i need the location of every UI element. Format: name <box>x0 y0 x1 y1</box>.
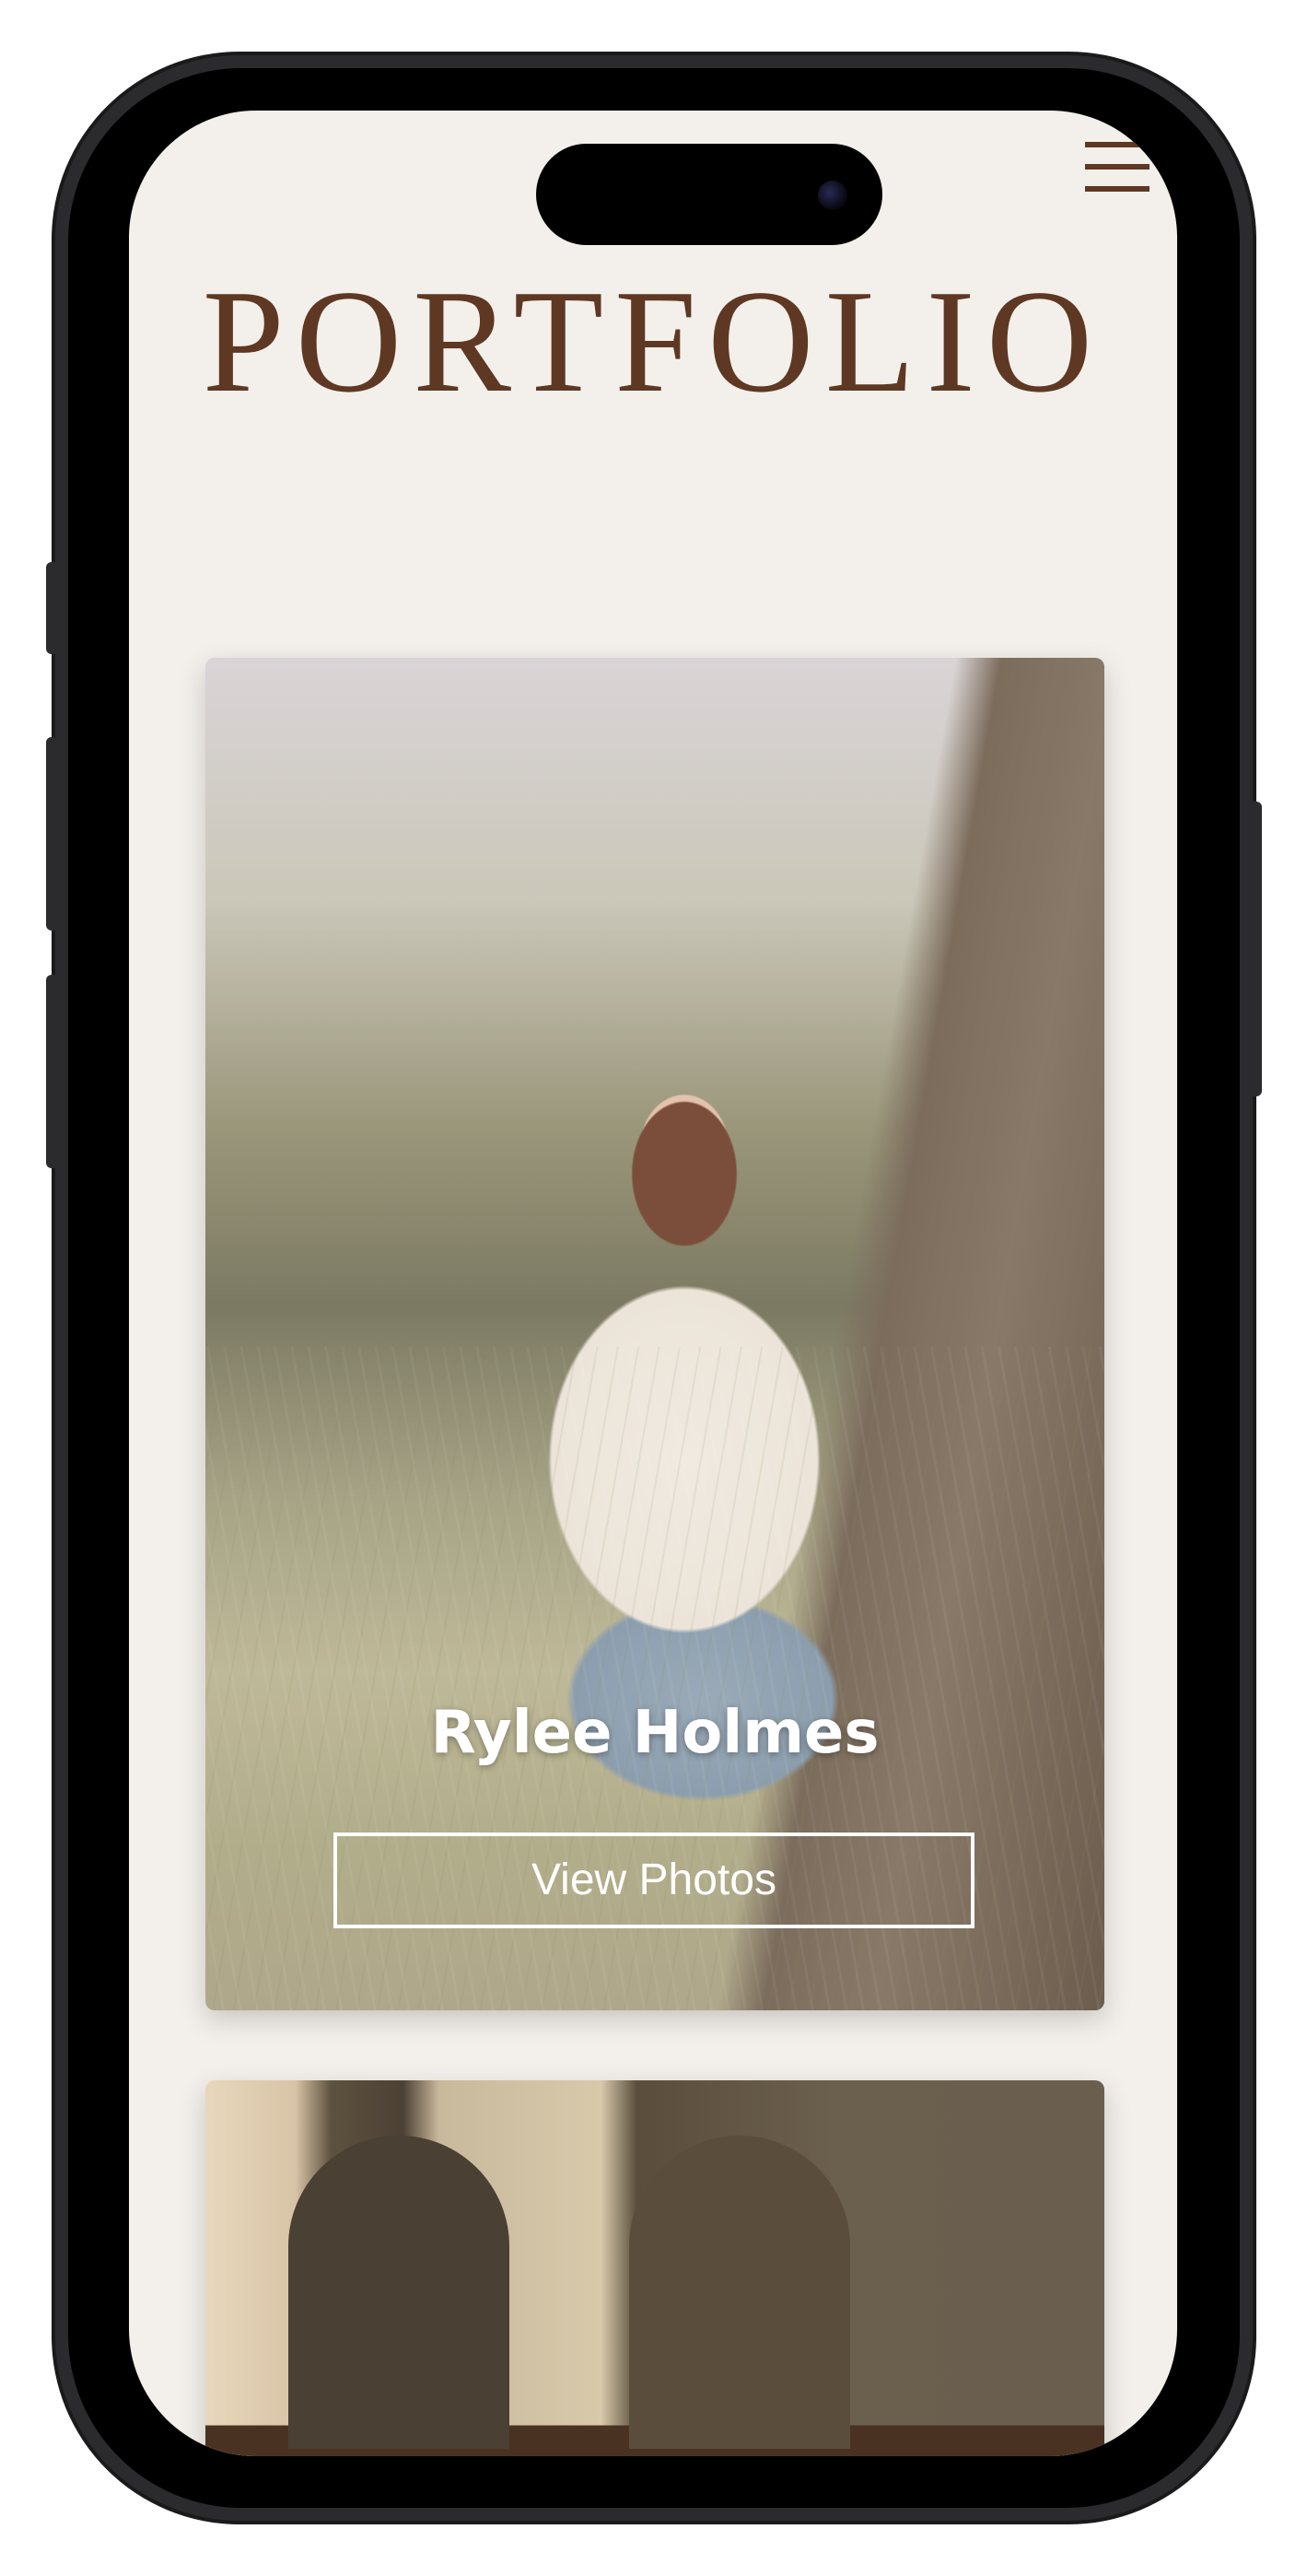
photo-overlay <box>205 658 1104 2010</box>
volume-down-button <box>46 975 59 1168</box>
power-button <box>1249 802 1262 1096</box>
volume-up-button <box>46 737 59 931</box>
view-photos-button[interactable]: View Photos <box>333 1832 974 1928</box>
arch-shape <box>288 2136 509 2449</box>
dynamic-island <box>536 144 882 245</box>
action-button <box>46 562 59 654</box>
page-title: PORTFOLIO <box>202 259 1104 423</box>
hamburger-menu-icon[interactable] <box>1085 142 1149 193</box>
client-name: Rylee Holmes <box>430 1699 880 1767</box>
arch-shape <box>629 2136 850 2449</box>
front-camera-icon <box>818 181 847 210</box>
portfolio-card[interactable] <box>205 2080 1104 2456</box>
screen: PORTFOLIO Rylee Holmes View Photos <box>129 111 1177 2456</box>
portfolio-card[interactable]: Rylee Holmes View Photos <box>205 658 1104 2010</box>
